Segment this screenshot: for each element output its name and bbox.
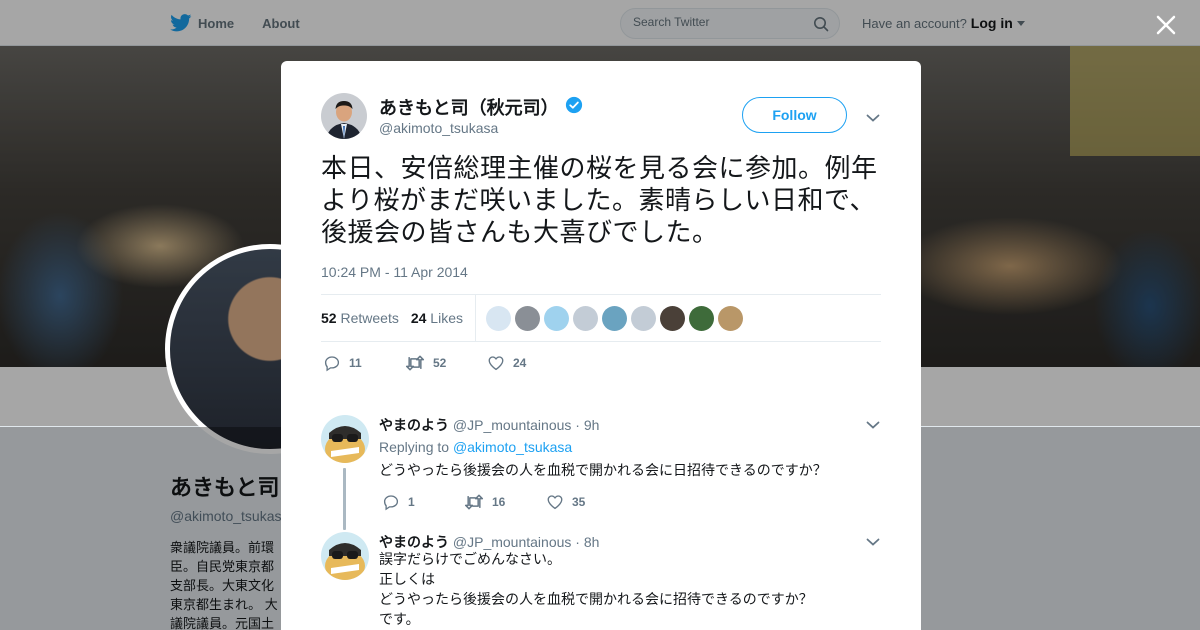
search-box	[620, 8, 840, 39]
close-icon[interactable]	[1154, 13, 1178, 37]
reply-text-line: どうやったら後援会の人を血税で開かれる会に日招待できるのですか？	[379, 463, 827, 479]
twitter-bird-icon	[170, 14, 192, 32]
chevron-down-icon[interactable]	[1016, 20, 1025, 26]
reply-count: 1	[408, 495, 415, 509]
reply-header: やまのよう @JP_mountainous · 8h	[379, 532, 599, 552]
reply-author-name[interactable]: やまのよう	[379, 417, 449, 433]
reply-action[interactable]: 11	[323, 354, 381, 372]
bio-line: 東京都生まれ。 大	[170, 597, 278, 612]
nav-home-label: Home	[198, 15, 235, 31]
retweet-count: 52	[433, 356, 447, 370]
liker-avatar[interactable]	[572, 305, 598, 331]
retweet-count: 16	[492, 495, 506, 509]
bio-line: 臣。自民党東京都	[170, 559, 275, 574]
nav-about-label: About	[262, 15, 300, 31]
replying-to-link[interactable]: @akimoto_tsukasa	[453, 439, 572, 455]
reply-text-line: 正しくは	[379, 572, 435, 588]
reply-text-line: 誤字だらけでごめんなさい。	[379, 552, 561, 568]
bio-line: 支部長。大東文化	[170, 578, 275, 593]
retweets-stat[interactable]: 52 Retweets	[321, 310, 399, 326]
reply-text: 誤字だらけでごめんなさい。 正しくは どうやったら後援会の人を血税で開かれる会に…	[379, 550, 813, 630]
likers-avatars	[485, 305, 743, 331]
reply-count: 11	[349, 356, 362, 370]
reply-author-handle[interactable]: @JP_mountainous	[453, 534, 572, 550]
tweet-stats: 52 Retweets 24 Likes	[321, 294, 881, 342]
reply-icon	[324, 356, 340, 372]
tweet-header: あきもと司（秋元司） @akimoto_tsukasa Follow	[321, 93, 881, 141]
liker-avatar[interactable]	[485, 305, 511, 331]
reply-author-handle[interactable]: @JP_mountainous	[453, 417, 572, 433]
reply-actions: 1 16 35	[382, 493, 604, 511]
like-count: 24	[513, 356, 527, 370]
reply-icon	[383, 495, 399, 511]
retweet-icon	[405, 355, 425, 371]
heart-icon	[488, 356, 504, 371]
liker-avatar[interactable]	[717, 305, 743, 331]
account-area: Have an account? Log in	[862, 15, 1025, 31]
tweet-timestamp[interactable]: 10:24 PM - 11 Apr 2014	[321, 264, 468, 280]
banner-sign	[1070, 46, 1200, 156]
login-link[interactable]: Log in	[971, 15, 1013, 31]
nav-about[interactable]: About	[262, 16, 300, 31]
search-icon[interactable]	[813, 16, 829, 37]
thread-line	[343, 468, 346, 530]
reply-time[interactable]: · 9h	[575, 417, 599, 433]
likes-stat[interactable]: 24 Likes	[411, 310, 463, 326]
reply-header: やまのよう @JP_mountainous · 9h	[379, 415, 599, 435]
liker-avatar[interactable]	[514, 305, 540, 331]
like-count: 35	[572, 495, 586, 509]
reply-text: どうやったら後援会の人を血税で開かれる会に日招待できるのですか？	[379, 461, 827, 481]
retweet-action[interactable]: 52	[405, 354, 463, 372]
reply-text-line: どうやったら後援会の人を血税で開かれる会に招待できるのですか？	[379, 592, 813, 608]
follow-button[interactable]: Follow	[742, 97, 847, 133]
verified-badge-icon	[565, 96, 583, 119]
profile-bio: 衆議院議員。前環 臣。自民党東京都 支部長。大東文化 東京都生まれ。 大 議院議…	[170, 538, 290, 630]
retweets-count: 52	[321, 310, 337, 326]
likes-count: 24	[410, 310, 427, 326]
retweets-label: Retweets	[340, 310, 399, 326]
chevron-down-icon[interactable]	[866, 534, 880, 552]
author-name-row: あきもと司（秋元司）	[379, 94, 583, 120]
profile-handle: @akimoto_tsukasa	[170, 508, 290, 524]
author-avatar[interactable]	[321, 93, 367, 139]
nav-links: Home About	[170, 0, 300, 46]
profile-name: あきもと司	[170, 475, 280, 500]
reply-action[interactable]: 1	[382, 493, 440, 511]
search-input[interactable]	[633, 15, 803, 29]
reply-author-name[interactable]: やまのよう	[379, 534, 449, 550]
tweet-actions: 11 52 24	[323, 354, 545, 372]
reply-text-line: です。	[379, 612, 420, 628]
reply-author-avatar[interactable]	[321, 415, 369, 463]
bio-line: 衆議院議員。前環	[170, 540, 275, 555]
retweet-action[interactable]: 16	[464, 493, 522, 511]
liker-avatar[interactable]	[659, 305, 685, 331]
top-navigation-bar: Home About Have an account? Log in	[0, 0, 1200, 46]
nav-home[interactable]: Home	[170, 14, 234, 32]
liker-avatar[interactable]	[688, 305, 714, 331]
liker-avatar[interactable]	[630, 305, 656, 331]
reply-time[interactable]: · 8h	[575, 534, 599, 550]
reply-tweet[interactable]: やまのよう @JP_mountainous · 9h Replying to @…	[321, 415, 881, 515]
likes-label: Likes	[430, 310, 463, 326]
chevron-down-icon[interactable]	[866, 417, 880, 435]
like-action[interactable]: 35	[546, 493, 604, 511]
stats-divider	[474, 294, 476, 342]
liker-avatar[interactable]	[601, 305, 627, 331]
replying-prefix: Replying to	[379, 439, 450, 455]
author-name[interactable]: あきもと司（秋元司）	[379, 94, 559, 120]
tweet-text: 本日、安倍総理主催の桜を見る会に参加。例年より桜がまだ咲いました。素晴らしい日和…	[321, 154, 878, 248]
like-action[interactable]: 24	[487, 354, 545, 372]
chevron-down-icon[interactable]	[866, 110, 880, 128]
bio-line: 議院議員。元国土	[170, 616, 275, 630]
liker-avatar[interactable]	[543, 305, 569, 331]
replying-to: Replying to @akimoto_tsukasa	[379, 439, 572, 455]
profile-sidebar: あきもと司 @akimoto_tsukasa 衆議院議員。前環 臣。自民党東京都…	[170, 470, 290, 630]
heart-icon	[547, 495, 563, 510]
retweet-icon	[464, 494, 484, 510]
account-prompt: Have an account?	[862, 15, 967, 31]
reply-author-avatar[interactable]	[321, 532, 369, 580]
tweet-modal: あきもと司（秋元司） @akimoto_tsukasa Follow 本日、安倍…	[281, 61, 921, 630]
reply-tweet[interactable]: やまのよう @JP_mountainous · 8h 誤字だらけでごめんなさい。…	[321, 532, 881, 630]
author-handle[interactable]: @akimoto_tsukasa	[379, 120, 498, 136]
